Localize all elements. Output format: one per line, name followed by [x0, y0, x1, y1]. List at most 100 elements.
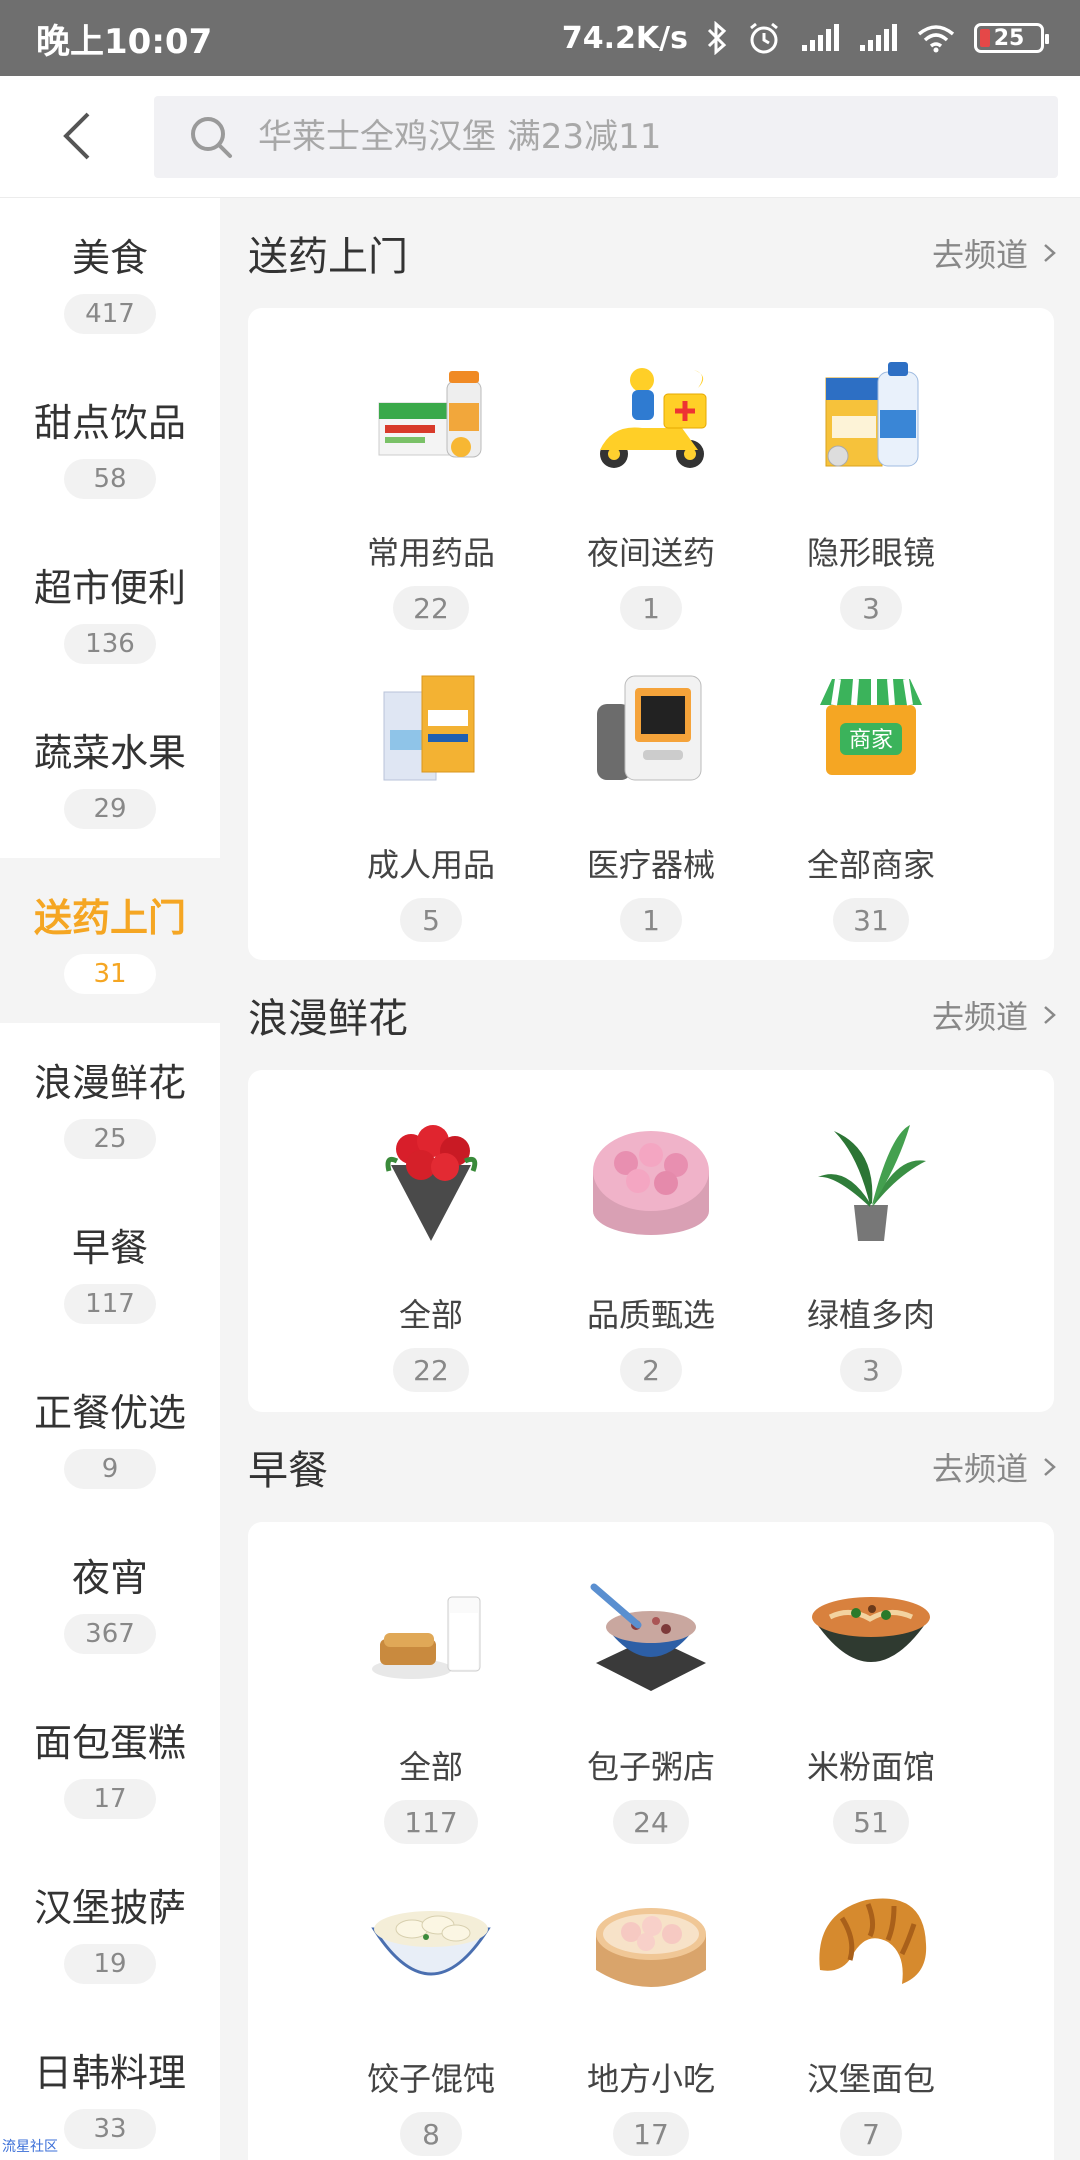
signal-icon: [802, 24, 839, 51]
adult-products-icon: [361, 660, 501, 800]
grid-item-count: 31: [833, 898, 909, 942]
search-icon: [191, 117, 232, 158]
channel-link[interactable]: 去频道: [932, 230, 1058, 276]
grid-item-count: 3: [840, 586, 902, 630]
bread-milk-icon: [361, 1562, 501, 1702]
sidebar-item-label: 日韩料理: [33, 2051, 186, 2095]
sidebar-item-medicine-delivery[interactable]: 送药上门 31: [0, 858, 220, 1023]
store-icon: 商家: [801, 660, 941, 800]
channel-link[interactable]: 去频道: [932, 1444, 1058, 1490]
contact-lens-solution-icon: [801, 348, 941, 488]
sidebar-item-count: 33: [64, 2109, 156, 2149]
channel-link[interactable]: 去频道: [932, 992, 1058, 1038]
grid-item-name: 全部: [398, 1748, 463, 1786]
delivery-scooter-icon: [581, 348, 721, 488]
content-area: 送药上门 去频道 常用药品 22 夜间送药 1 隐形眼镜 3 成人用品 5 医疗…: [220, 198, 1080, 2160]
sidebar-item-supermarket[interactable]: 超市便利 136: [0, 528, 220, 693]
top-bar: [0, 76, 1080, 198]
sidebar-item-count: 9: [64, 1449, 156, 1489]
grid-item-name: 常用药品: [366, 534, 495, 572]
sidebar-item-late-night[interactable]: 夜宵 367: [0, 1518, 220, 1683]
grid-item-count: 2: [620, 1348, 682, 1392]
channel-link-label: 去频道: [931, 1450, 1028, 1488]
grid-item[interactable]: 商家 全部商家 31: [761, 660, 981, 942]
grid-item-count: 1: [620, 586, 682, 630]
grid-item-count: 5: [400, 898, 462, 942]
congee-bowl-icon: [581, 1562, 721, 1702]
sidebar-item-meals[interactable]: 正餐优选 9: [0, 1353, 220, 1518]
grid-item[interactable]: 全部 22: [321, 1110, 541, 1392]
flower-box-icon: [581, 1110, 721, 1250]
signal-icon: [860, 24, 897, 51]
sidebar-item-breakfast[interactable]: 早餐 117: [0, 1188, 220, 1353]
section-header-flowers: 浪漫鲜花 去频道: [220, 960, 1080, 1070]
sidebar-item-count: 25: [64, 1119, 156, 1159]
channel-link-label: 去频道: [931, 998, 1028, 1036]
status-bar: 晚上10:07 74.2K/s 25: [0, 0, 1080, 76]
grid-item[interactable]: 隐形眼镜 3: [761, 348, 981, 630]
potted-plant-icon: [801, 1110, 941, 1250]
grid-item[interactable]: 绿植多肉 3: [761, 1110, 981, 1392]
sidebar-item-count: 31: [64, 954, 156, 994]
grid-item[interactable]: 汉堡面包 7: [761, 1874, 981, 2156]
medicine-box-icon: [361, 348, 501, 488]
sidebar-item-count: 19: [64, 1944, 156, 1984]
blood-pressure-monitor-icon: [581, 660, 721, 800]
sidebar-item-desserts[interactable]: 甜点饮品 58: [0, 363, 220, 528]
back-arrow-icon[interactable]: [50, 106, 110, 166]
search-bar[interactable]: [154, 96, 1058, 178]
sidebar-item-label: 美食: [71, 236, 148, 280]
sidebar-item-count: 29: [64, 789, 156, 829]
grid-item[interactable]: 夜间送药 1: [541, 348, 761, 630]
grid-item[interactable]: 品质甄选 2: [541, 1110, 761, 1392]
sidebar-item-label: 甜点饮品: [33, 401, 186, 445]
grid-item[interactable]: 饺子馄饨 8: [321, 1874, 541, 2156]
section-card-medicine: 常用药品 22 夜间送药 1 隐形眼镜 3 成人用品 5 医疗器械 1 商家 全…: [248, 308, 1054, 960]
noodle-bowl-icon: [801, 1562, 941, 1702]
grid-item[interactable]: 成人用品 5: [321, 660, 541, 942]
sidebar-item-count: 367: [64, 1614, 156, 1654]
grid-item-name: 成人用品: [366, 846, 495, 884]
grid-item[interactable]: 医疗器械 1: [541, 660, 761, 942]
search-input[interactable]: [258, 117, 1018, 157]
sidebar-item-count: 117: [64, 1284, 156, 1324]
sidebar-item-count: 17: [64, 1779, 156, 1819]
grid-item[interactable]: 米粉面馆 51: [761, 1562, 981, 1844]
croissant-icon: [801, 1874, 941, 2014]
section-header-medicine: 送药上门 去频道: [220, 198, 1080, 308]
store-badge-text: 商家: [849, 728, 893, 753]
grid-item-name: 医疗器械: [586, 846, 715, 884]
grid-item[interactable]: 全部 117: [321, 1562, 541, 1844]
network-speed: 74.2K/s: [561, 20, 688, 56]
wifi-icon: [917, 25, 955, 53]
sidebar-item-label: 面包蛋糕: [33, 1721, 186, 1765]
sidebar-item-bakery[interactable]: 面包蛋糕 17: [0, 1683, 220, 1848]
section-title: 送药上门: [248, 234, 408, 280]
grid-item-name: 包子粥店: [586, 1748, 715, 1786]
section-title: 浪漫鲜花: [248, 996, 408, 1042]
grid-item-count: 51: [833, 1800, 909, 1844]
grid-item[interactable]: 常用药品 22: [321, 348, 541, 630]
grid-item-name: 饺子馄饨: [366, 2060, 495, 2098]
sidebar-item-food[interactable]: 美食 417: [0, 198, 220, 363]
grid-item-name: 汉堡面包: [806, 2060, 935, 2098]
sidebar-item-count: 136: [64, 624, 156, 664]
battery-icon: 25: [974, 23, 1049, 53]
grid-item-count: 22: [393, 586, 469, 630]
sidebar-item-flowers[interactable]: 浪漫鲜花 25: [0, 1023, 220, 1188]
alarm-icon: [750, 22, 778, 54]
grid-item-count: 1: [620, 898, 682, 942]
grid-item-name: 夜间送药: [586, 534, 715, 572]
sidebar-item-burger-pizza[interactable]: 汉堡披萨 19: [0, 1848, 220, 2013]
section-card-breakfast: 全部 117 包子粥店 24 米粉面馆 51 饺子馄饨 8 地方小吃 17 汉堡…: [248, 1522, 1054, 2160]
grid-item[interactable]: 包子粥店 24: [541, 1562, 761, 1844]
category-sidebar: 美食 417 甜点饮品 58 超市便利 136 蔬菜水果 29 送药上门 31 …: [0, 198, 220, 2160]
sidebar-item-produce[interactable]: 蔬菜水果 29: [0, 693, 220, 858]
grid-item[interactable]: 地方小吃 17: [541, 1874, 761, 2156]
grid-item-name: 品质甄选: [586, 1296, 715, 1334]
grid-item-name: 地方小吃: [586, 2060, 715, 2098]
channel-link-label: 去频道: [931, 236, 1028, 274]
grid-item-name: 全部: [398, 1296, 463, 1334]
sidebar-item-label: 早餐: [71, 1226, 148, 1270]
grid-item-count: 3: [840, 1348, 902, 1392]
